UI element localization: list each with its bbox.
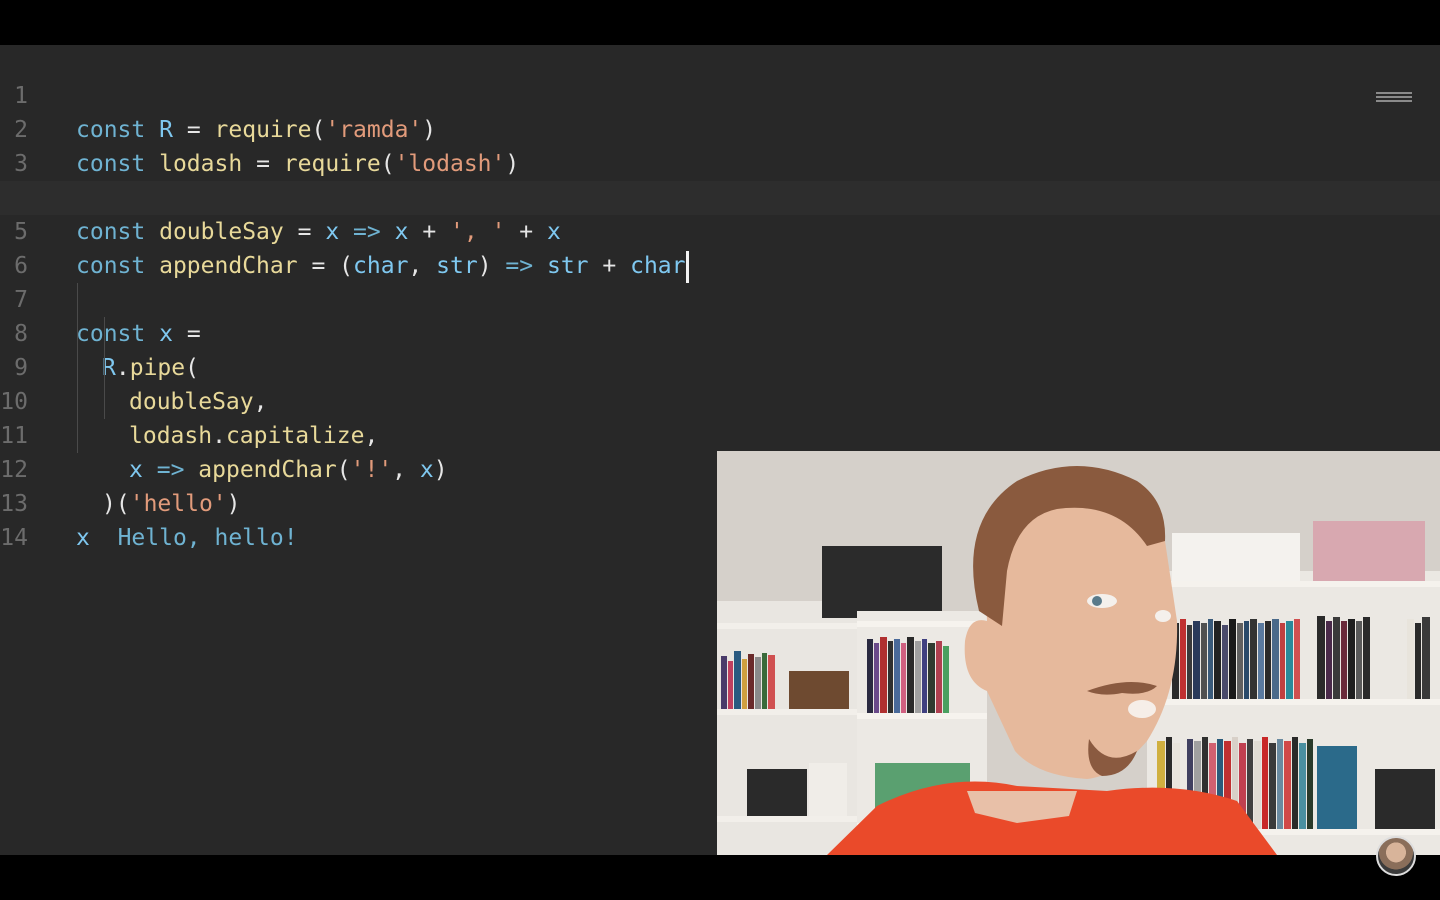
- letterbox-top: [0, 0, 1440, 45]
- code-line[interactable]: 4 const doubleSay = x => x + ', ' + x: [0, 147, 1440, 245]
- code-line[interactable]: 2 const lodash = require('lodash'): [0, 79, 1440, 177]
- code-line[interactable]: 9 doubleSay,: [0, 317, 1440, 415]
- indent-guide: [77, 283, 78, 453]
- code-line[interactable]: 7 const x =: [0, 249, 1440, 347]
- avatar-icon[interactable]: [1376, 836, 1416, 876]
- code-line[interactable]: 1 const R = require('ramda'): [0, 45, 1440, 143]
- code-line[interactable]: 8 R.pipe(: [0, 283, 1440, 381]
- webcam-scene: [717, 451, 1440, 855]
- code-line[interactable]: 3: [0, 113, 1440, 177]
- code-line[interactable]: 6: [0, 215, 1440, 279]
- result-marker: x: [76, 525, 90, 551]
- line-number: 14: [0, 525, 28, 551]
- code-line[interactable]: 12 )('hello'): [0, 419, 1440, 517]
- presenter-webcam: [717, 451, 1440, 855]
- letterbox-bottom: [0, 855, 1440, 900]
- inline-result: x Hello, hello!: [76, 521, 298, 555]
- result-value: Hello, hello!: [117, 525, 298, 551]
- code-line[interactable]: 11 x => appendChar('!', x): [0, 385, 1440, 483]
- code-line[interactable]: 10 lodash.capitalize,: [0, 351, 1440, 449]
- indent-guide: [104, 317, 105, 419]
- code-line-current[interactable]: 5 const appendChar = (char, str) => str …: [0, 181, 1440, 283]
